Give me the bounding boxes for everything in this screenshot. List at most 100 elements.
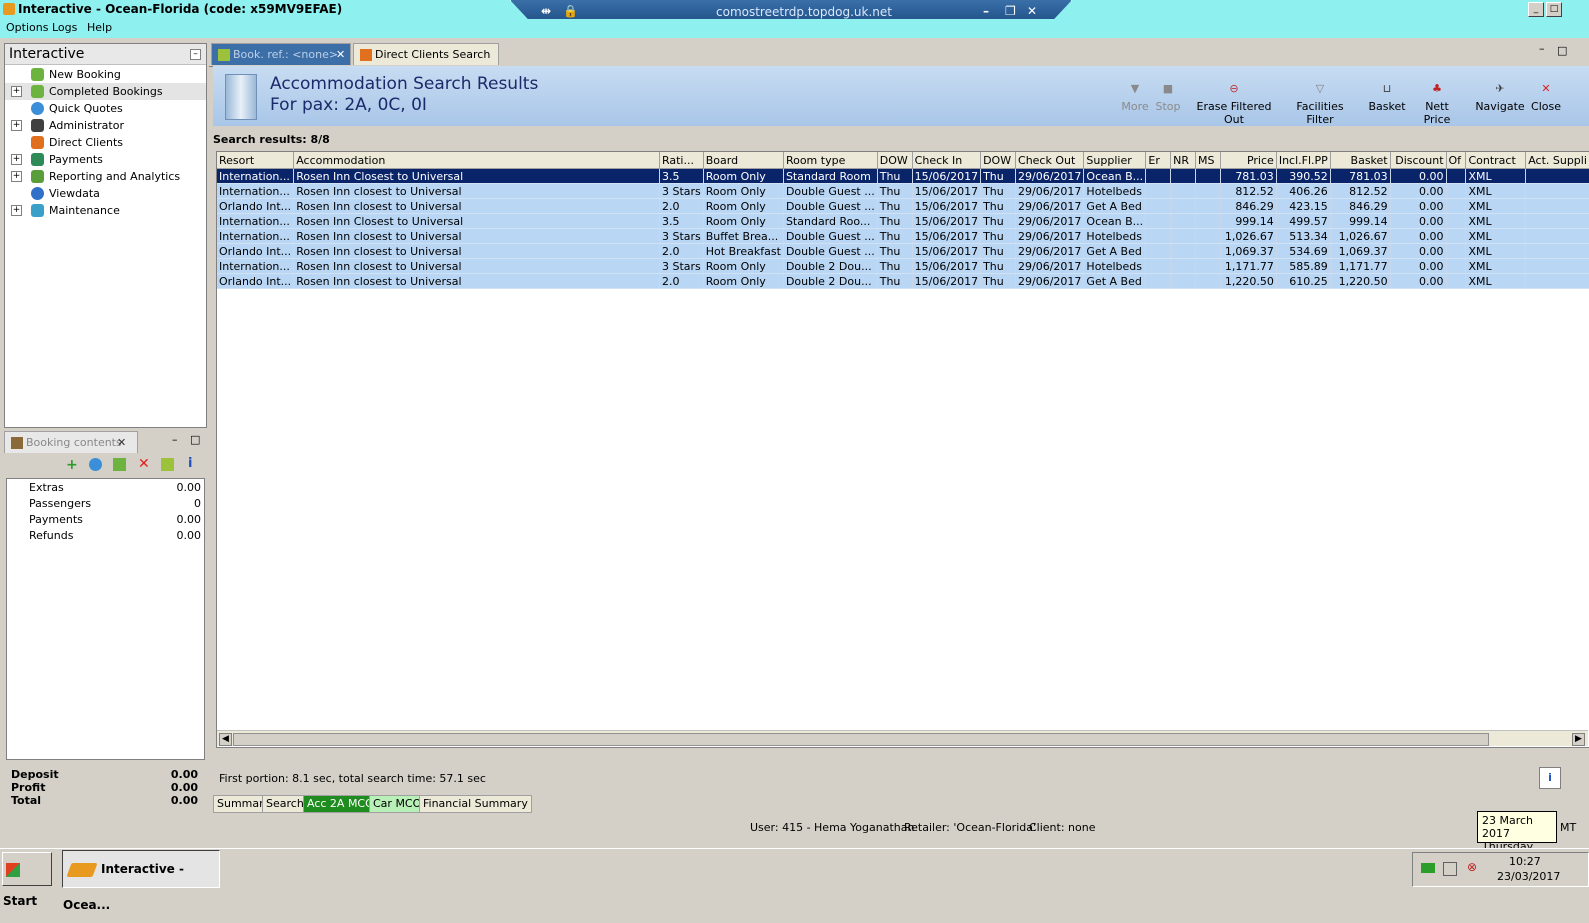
rdp-minimize-icon[interactable]: – [983,4,989,18]
add-icon[interactable]: + [66,457,78,473]
table-row[interactable]: Internation... Rosen Inn closest to Unive… [217,258,1589,274]
horizontal-scrollbar[interactable]: ◀ ▶ [217,730,1588,746]
nav-item-reporting[interactable]: + Reporting and Analytics [5,168,206,185]
display-icon[interactable] [1443,862,1457,876]
table-row[interactable]: Orlando Int... Rosen Inn closest to Unive… [217,273,1589,289]
tab-search[interactable]: Search [262,795,308,813]
menu-help[interactable]: Help [87,21,112,34]
rdp-close-icon[interactable]: ✕ [1027,4,1037,18]
close-button[interactable]: ✕ Close [1529,82,1563,113]
table-row[interactable]: Internation... Rosen Inn Closest to Unive… [217,168,1589,184]
column-header[interactable]: Contract [1465,152,1527,169]
maximize-button[interactable]: □ [1546,2,1562,17]
close-tab-icon[interactable]: ✕ [336,44,345,65]
maximize-icon[interactable]: □ [190,433,200,446]
maximize-icon[interactable]: □ [1557,44,1567,57]
taskbar-app-interactive[interactable]: Interactive - Ocea... [62,850,220,912]
tab-booking-contents[interactable]: Booking contents ✕ [4,431,138,453]
scroll-thumb[interactable] [233,733,1489,746]
clock-date[interactable]: 23/03/2017 [1497,870,1560,883]
column-header[interactable]: Rati... [659,152,704,169]
column-header[interactable]: Discount [1390,152,1447,169]
tab-book-ref[interactable]: Book. ref.: <none> ✕ [211,43,351,65]
minimize-icon[interactable]: – [1539,42,1545,55]
column-header[interactable]: Act. Suppli [1525,152,1589,169]
lock-icon[interactable]: 🔒 [563,4,578,18]
table-row[interactable]: Internation... Rosen Inn closest to Unive… [217,228,1589,244]
nav-item-completed-bookings[interactable]: + Completed Bookings [5,83,206,100]
tab-acc-2a-mco[interactable]: Acc 2A MCO [303,795,378,813]
stop-button[interactable]: ■ Stop [1153,82,1183,113]
column-header[interactable]: Board [703,152,784,169]
table-cell: 390.52 [1276,168,1331,184]
table-cell: Thu [980,198,1017,214]
nett-price-button[interactable]: ♣ Nett Price [1411,82,1463,126]
clock-time[interactable]: 10:27 [1509,855,1541,868]
tab-financial-summary[interactable]: Financial Summary [419,795,532,813]
rdp-restore-icon[interactable]: ❐ [1005,4,1016,18]
column-header[interactable]: Er [1145,152,1172,169]
table-row[interactable]: Orlando Int... Rosen Inn closest to Unive… [217,243,1589,259]
transfer-icon[interactable] [113,458,126,471]
table-row[interactable]: Internation... Rosen Inn closest to Unive… [217,183,1589,199]
expand-icon[interactable]: + [11,171,22,182]
results-table: Resort Accommodation Rati... Board Room type… [217,152,1589,289]
nav-item-quick-quotes[interactable]: Quick Quotes [5,100,206,117]
nav-item-administrator[interactable]: + Administrator [5,117,206,134]
navigate-button[interactable]: ✈ Navigate [1475,82,1525,113]
start-button[interactable]: Start [2,852,52,908]
expand-icon[interactable]: + [11,120,22,131]
table-cell: Buffet Brea... [703,228,784,244]
column-header[interactable]: Resort [217,152,295,169]
table-row[interactable]: Orlando Int... Rosen Inn closest to Unive… [217,198,1589,214]
column-header[interactable]: Incl.Fl.PP [1276,152,1331,169]
menu-logs[interactable]: Logs [52,21,77,34]
column-header[interactable]: Check Out [1015,152,1085,169]
minimize-button[interactable]: _ [1528,2,1544,17]
column-header[interactable]: DOW [980,152,1017,169]
nav-item-new-booking[interactable]: New Booking [5,66,206,83]
info-button[interactable]: i [1539,767,1561,789]
column-header[interactable]: NR [1170,152,1196,169]
table-cell [1525,258,1589,274]
column-header[interactable]: Basket [1330,152,1391,169]
nav-item-maintenance[interactable]: + Maintenance [5,202,206,219]
column-header[interactable]: Accommodation [293,152,660,169]
column-header[interactable]: Supplier [1083,152,1147,169]
column-header[interactable]: DOW [877,152,913,169]
collapse-panel-icon[interactable]: – [190,49,201,60]
expand-icon[interactable]: + [11,86,22,97]
table-row[interactable]: Internation... Rosen Inn Closest to Unive… [217,213,1589,229]
menu-options[interactable]: Options [6,21,48,34]
column-header[interactable]: Room type [783,152,878,169]
delete-icon[interactable]: ✕ [138,456,150,472]
facilities-filter-button[interactable]: ▽ Facilities Filter [1285,82,1355,126]
minimize-icon[interactable]: – [172,433,178,446]
pin-icon[interactable]: ⇹ [541,4,551,18]
nav-item-direct-clients[interactable]: Direct Clients [5,134,206,151]
expand-icon[interactable]: + [11,205,22,216]
column-header[interactable]: MS [1195,152,1221,169]
more-button[interactable]: ▼ More [1118,82,1152,113]
close-icon[interactable]: ✕ [117,432,126,453]
table-cell: Get A Bed [1083,198,1147,214]
nav-item-viewdata[interactable]: Viewdata [5,185,206,202]
info-icon[interactable]: i [188,456,192,471]
basket-button[interactable]: ⊔ Basket [1366,82,1408,113]
column-header[interactable]: Of [1446,152,1467,169]
column-header[interactable]: Price [1220,152,1277,169]
scroll-left-icon[interactable]: ◀ [219,733,232,746]
column-header[interactable]: Check In [912,152,982,169]
palm-tree-icon[interactable] [161,458,174,471]
clock-icon[interactable] [89,458,102,471]
tab-direct-clients-search[interactable]: Direct Clients Search [353,43,499,65]
expand-icon[interactable]: + [11,154,22,165]
nav-item-payments[interactable]: + Payments [5,151,206,168]
scroll-right-icon[interactable]: ▶ [1572,733,1585,746]
tab-car-mco[interactable]: Car MCO [369,795,426,813]
table-cell: Thu [877,273,913,289]
erase-filtered-out-button[interactable]: ⊖ Erase Filtered Out [1188,82,1280,126]
speaker-muted-icon[interactable]: ⊗ [1467,860,1477,874]
table-cell [1170,273,1196,289]
network-icon[interactable] [1421,863,1435,873]
